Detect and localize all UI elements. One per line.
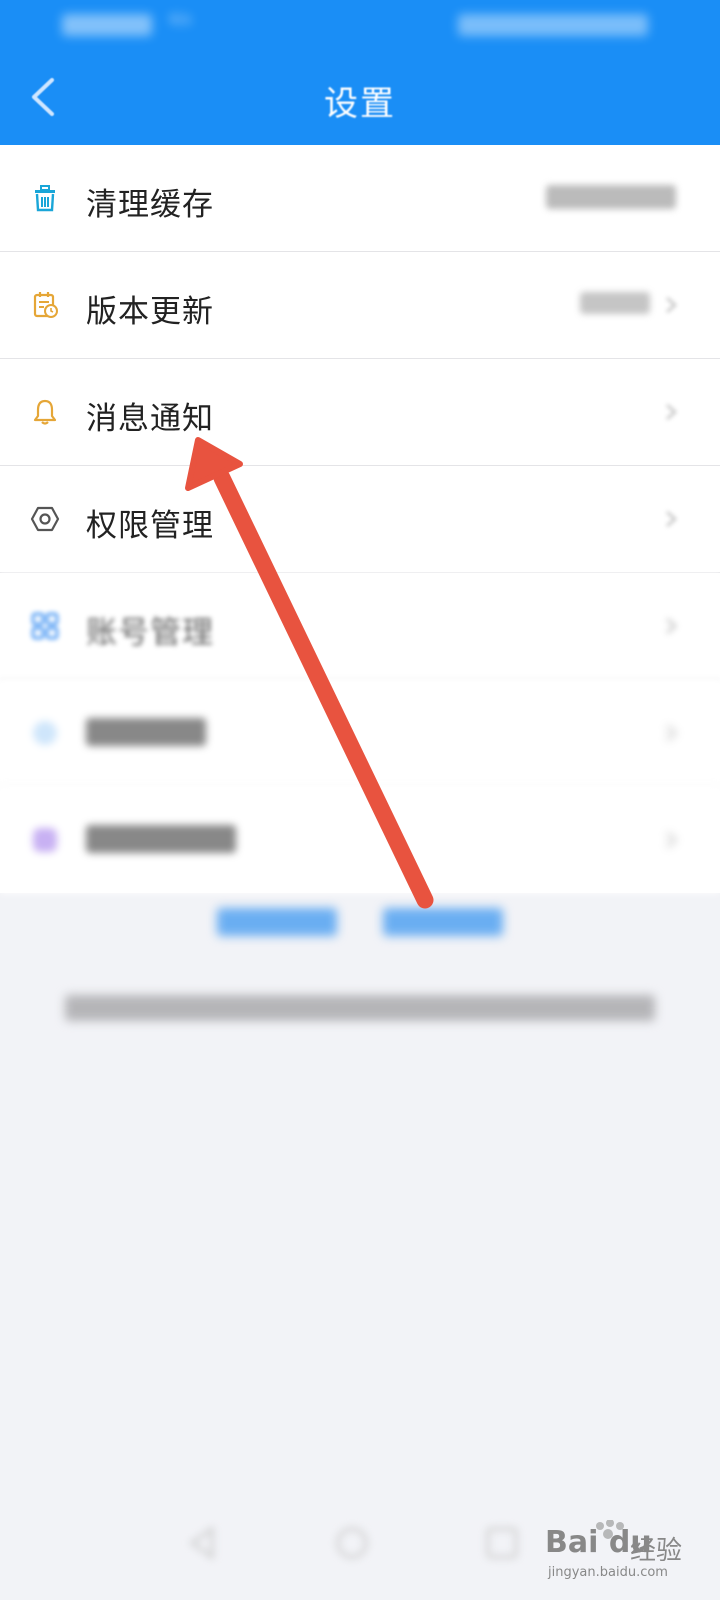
footer-links — [0, 908, 720, 940]
footer-link-1[interactable] — [217, 908, 338, 936]
info-icon — [33, 721, 57, 745]
nav-home-icon[interactable] — [332, 1523, 372, 1563]
nav-recents-icon[interactable] — [482, 1523, 522, 1563]
settings-item-clear-cache[interactable]: 清理缓存 — [0, 145, 720, 252]
settings-item-label: 账号管理 — [86, 615, 214, 651]
chevron-right-icon — [666, 725, 677, 741]
version-value — [580, 292, 650, 314]
settings-item-version-update[interactable]: 版本更新 — [0, 252, 720, 359]
settings-item-label: 清理缓存 — [86, 187, 214, 223]
hexagon-settings-icon — [30, 506, 60, 532]
watermark-url: jingyan.baidu.com — [548, 1565, 668, 1580]
chevron-right-icon — [666, 832, 677, 848]
nav-back-icon[interactable] — [182, 1523, 222, 1563]
battery-time-area — [458, 14, 648, 36]
settings-list: 清理缓存 版本更新 消息通知 权限管理 账号管理 — [0, 145, 720, 893]
network-speed: K/s — [170, 12, 192, 28]
settings-item-account[interactable]: 账号管理 — [0, 573, 720, 680]
chevron-right-icon — [666, 404, 677, 420]
grid-icon — [31, 612, 59, 640]
settings-item-notifications[interactable]: 消息通知 — [0, 359, 720, 466]
purple-icon — [33, 828, 57, 852]
bell-icon — [33, 399, 57, 425]
copyright-text — [0, 995, 720, 1027]
blurred-label — [86, 718, 206, 746]
trash-icon — [35, 185, 55, 212]
settings-item-label: 权限管理 — [86, 508, 214, 544]
settings-item-label: 版本更新 — [86, 294, 214, 330]
signal-icon — [62, 14, 152, 36]
status-bar: K/s — [0, 0, 720, 52]
footer-link-2[interactable] — [382, 908, 503, 936]
settings-item-label: 消息通知 — [86, 401, 214, 437]
chevron-right-icon — [666, 618, 677, 634]
chevron-right-icon — [666, 297, 677, 313]
cache-size-value — [546, 185, 676, 209]
app-header: K/s 设置 — [0, 0, 720, 150]
settings-item-extra[interactable] — [0, 787, 720, 893]
settings-item-permissions[interactable]: 权限管理 — [0, 466, 720, 573]
blurred-label — [86, 825, 236, 853]
settings-item-about[interactable] — [0, 680, 720, 787]
chevron-right-icon — [666, 511, 677, 527]
calendar-clock-icon — [33, 292, 58, 318]
page-title: 设置 — [324, 84, 396, 124]
watermark-suffix: 经验 — [630, 1536, 683, 1566]
